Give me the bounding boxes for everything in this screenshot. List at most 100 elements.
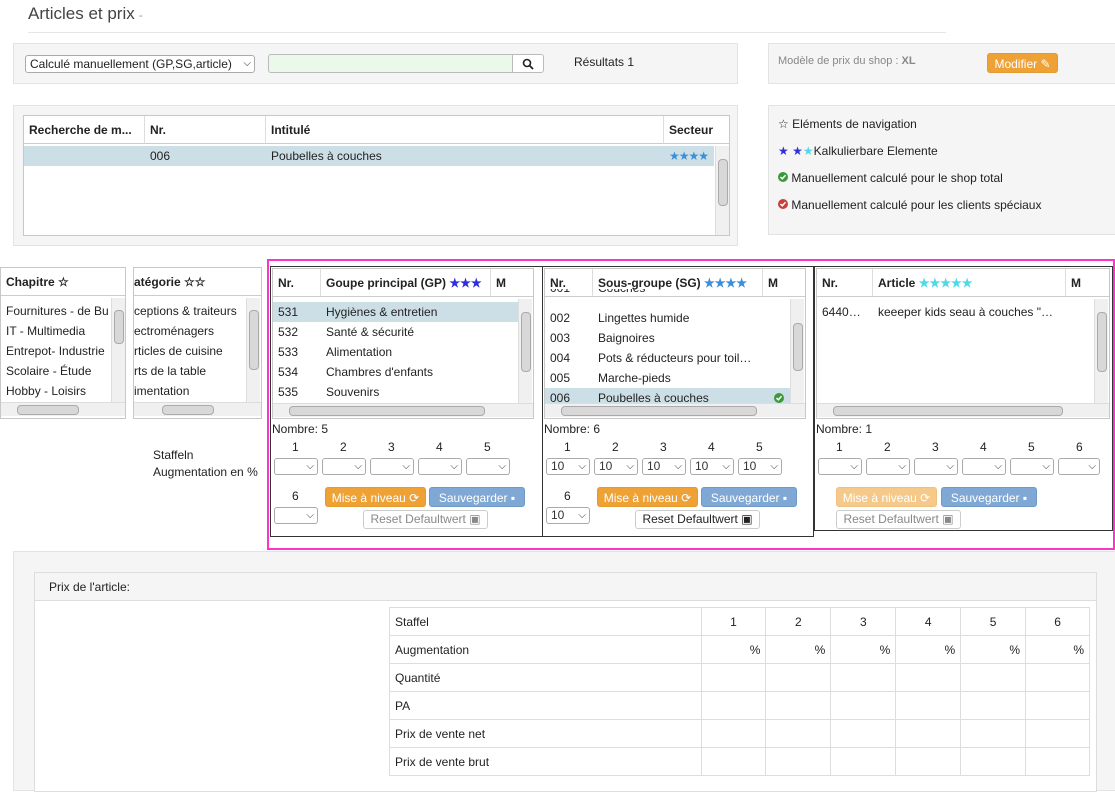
sg-staffel-select-6[interactable]: 10 ⌵ <box>546 507 590 524</box>
sg-staffel-3: 3 <box>660 440 667 454</box>
horizontal-scrollbar[interactable] <box>1 402 125 416</box>
gp-col-m[interactable]: M <box>491 269 533 297</box>
vertical-scrollbar[interactable] <box>518 299 532 403</box>
art-staffel-2: 2 <box>884 440 891 454</box>
table-row[interactable]: 532 Santé & sécurité <box>273 322 518 342</box>
gp-reset-button[interactable]: Reset Defaultwert ▣ <box>363 510 488 529</box>
gp-col-title[interactable]: Goupe principal (GP) ★★★ <box>321 269 491 297</box>
vertical-scrollbar[interactable] <box>246 298 260 402</box>
chapter-header[interactable]: Chapitre ☆ <box>1 268 125 296</box>
table-row[interactable]: 535 Souvenirs <box>273 382 518 402</box>
table-row[interactable]: 006 Poubelles à couches ★★★★ <box>24 146 714 166</box>
table-row[interactable]: 004 Pots & réducteurs pour toil… <box>545 348 790 368</box>
price-cell[interactable]: % <box>765 635 832 664</box>
table-row[interactable]: 533 Alimentation <box>273 342 518 362</box>
search-input[interactable] <box>268 54 513 73</box>
sg-staffel-select-3[interactable]: 10 ⌵ <box>642 458 686 475</box>
refresh-icon: ⟳ <box>409 491 420 505</box>
art-col-title[interactable]: Article ★★★★★ <box>873 269 1066 297</box>
art-staffel-5: 5 <box>1028 440 1035 454</box>
horizontal-scrollbar[interactable] <box>134 402 261 416</box>
check-circle-icon <box>774 393 784 403</box>
art-staffel-select-2[interactable]: ⌵ <box>866 458 910 475</box>
sg-staffel-select-2[interactable]: 10 ⌵ <box>594 458 638 475</box>
sg-staffel-select-5[interactable]: 10 ⌵ <box>738 458 782 475</box>
list-item[interactable]: rts de la table <box>134 361 246 381</box>
legend-calc: ★ ★★Kalkulierbare Elemente <box>778 144 938 158</box>
col-header-nr[interactable]: Nr. <box>145 116 266 144</box>
table-row[interactable]: 534 Chambres d'enfants <box>273 362 518 382</box>
vertical-scrollbar[interactable] <box>715 146 729 235</box>
table-row[interactable]: 003 Baignoires <box>545 328 790 348</box>
list-item[interactable]: Scolaire - Étude <box>1 361 111 381</box>
list-item[interactable]: Fournitures - de Bu <box>1 301 111 321</box>
list-item[interactable]: IT - Multimedia <box>1 321 111 341</box>
vertical-scrollbar[interactable] <box>111 298 125 402</box>
col-header-sector[interactable]: Secteur <box>664 116 729 144</box>
gp-staffel-select-5[interactable]: ⌵ <box>466 458 510 475</box>
col-header-title[interactable]: Intitulé <box>266 116 664 144</box>
col-header-search[interactable]: Recherche de m... <box>24 116 145 144</box>
art-reset-button[interactable]: Reset Defaultwert ▣ <box>836 510 961 529</box>
horizontal-scrollbar[interactable] <box>273 403 533 417</box>
gp-level-button[interactable]: Mise à niveau ⟳ <box>325 487 426 507</box>
gp-staffel-select-3[interactable]: ⌵ <box>370 458 414 475</box>
search-button[interactable] <box>512 54 544 73</box>
calc-mode-select[interactable]: Calculé manuellement (GP,SG,article) ⌵ <box>25 55 255 73</box>
art-staffel-select-5[interactable]: ⌵ <box>1010 458 1054 475</box>
art-col-m[interactable]: M <box>1066 269 1109 297</box>
horizontal-scrollbar[interactable] <box>817 403 1109 417</box>
gp-col-nr[interactable]: Nr. <box>273 269 321 297</box>
art-save-button[interactable]: Sauvegarder ▪ <box>941 487 1037 507</box>
price-cell[interactable]: % <box>1025 635 1090 664</box>
price-cell[interactable]: % <box>960 635 1027 664</box>
list-item[interactable]: Entrepot- Industrie <box>1 341 111 361</box>
vertical-scrollbar[interactable] <box>790 299 804 403</box>
gp-staffel-select-6[interactable]: ⌵ <box>274 507 318 524</box>
price-cell[interactable]: % <box>895 635 962 664</box>
gp-staffel-select-4[interactable]: ⌵ <box>418 458 462 475</box>
table-row[interactable]: 6440… keeeper kids seau à couches "… <box>817 302 1094 322</box>
table-row[interactable]: 002 Lingettes humide <box>545 308 790 328</box>
art-count: Nombre: 1 <box>816 422 873 436</box>
table-row[interactable]: 001Couches <box>545 289 790 299</box>
list-item[interactable]: ceptions & traiteurs <box>134 301 246 321</box>
modify-button[interactable]: Modifier ✎ <box>987 53 1058 73</box>
art-staffel-select-6[interactable]: ⌵ <box>1058 458 1100 475</box>
list-item[interactable]: Hobby - Loisirs <box>1 381 111 401</box>
art-col-nr[interactable]: Nr. <box>817 269 873 297</box>
sg-save-button[interactable]: Sauvegarder ▪ <box>701 487 797 507</box>
art-stars-icon: ★★★★★ <box>918 276 973 290</box>
gp-staffel-5: 5 <box>484 440 491 454</box>
sg-staffel-select-4[interactable]: 10 ⌵ <box>690 458 734 475</box>
sg-reset-button[interactable]: Reset Defaultwert ▣ <box>635 510 760 529</box>
list-item[interactable]: ectroménagers <box>134 321 246 341</box>
gp-staffel-select-2[interactable]: ⌵ <box>322 458 366 475</box>
sg-staffel-select-1[interactable]: 10 ⌵ <box>546 458 590 475</box>
list-item[interactable]: rticles de cuisine <box>134 341 246 361</box>
price-cell[interactable]: % <box>700 635 767 664</box>
list-item[interactable]: imentation <box>134 381 246 401</box>
vertical-scrollbar[interactable] <box>1094 299 1108 403</box>
reset-icon: ▣ <box>469 512 481 526</box>
row-title: Poubelles à couches <box>271 149 382 163</box>
category-header[interactable]: atégorie ☆☆ <box>134 268 261 296</box>
art-staffel-select-4[interactable]: ⌵ <box>962 458 1006 475</box>
refresh-icon: ⟳ <box>920 491 931 505</box>
gp-staffel-select-1[interactable]: ⌵ <box>274 458 318 475</box>
price-cell[interactable]: % <box>830 635 897 664</box>
art-staffel-select-3[interactable]: ⌵ <box>914 458 958 475</box>
art-staffel-select-1[interactable]: ⌵ <box>818 458 862 475</box>
sg-staffel-5: 5 <box>756 440 763 454</box>
sg-level-button[interactable]: Mise à niveau ⟳ <box>597 487 698 507</box>
art-level-button[interactable]: Mise à niveau ⟳ <box>836 487 937 507</box>
legend-manual-total: Manuellement calculé pour le shop total <box>778 171 1003 185</box>
sg-staffel-6: 6 <box>564 489 571 503</box>
horizontal-scrollbar[interactable] <box>545 403 805 417</box>
table-row[interactable]: 005 Marche-pieds <box>545 368 790 388</box>
table-row[interactable]: 531 Hygiènes & entretien <box>273 302 518 322</box>
price-section-label: Prix de l'article: <box>49 580 130 594</box>
gp-staffel-6: 6 <box>292 489 299 503</box>
price-row: Quantité <box>389 663 1090 692</box>
gp-save-button[interactable]: Sauvegarder ▪ <box>429 487 525 507</box>
